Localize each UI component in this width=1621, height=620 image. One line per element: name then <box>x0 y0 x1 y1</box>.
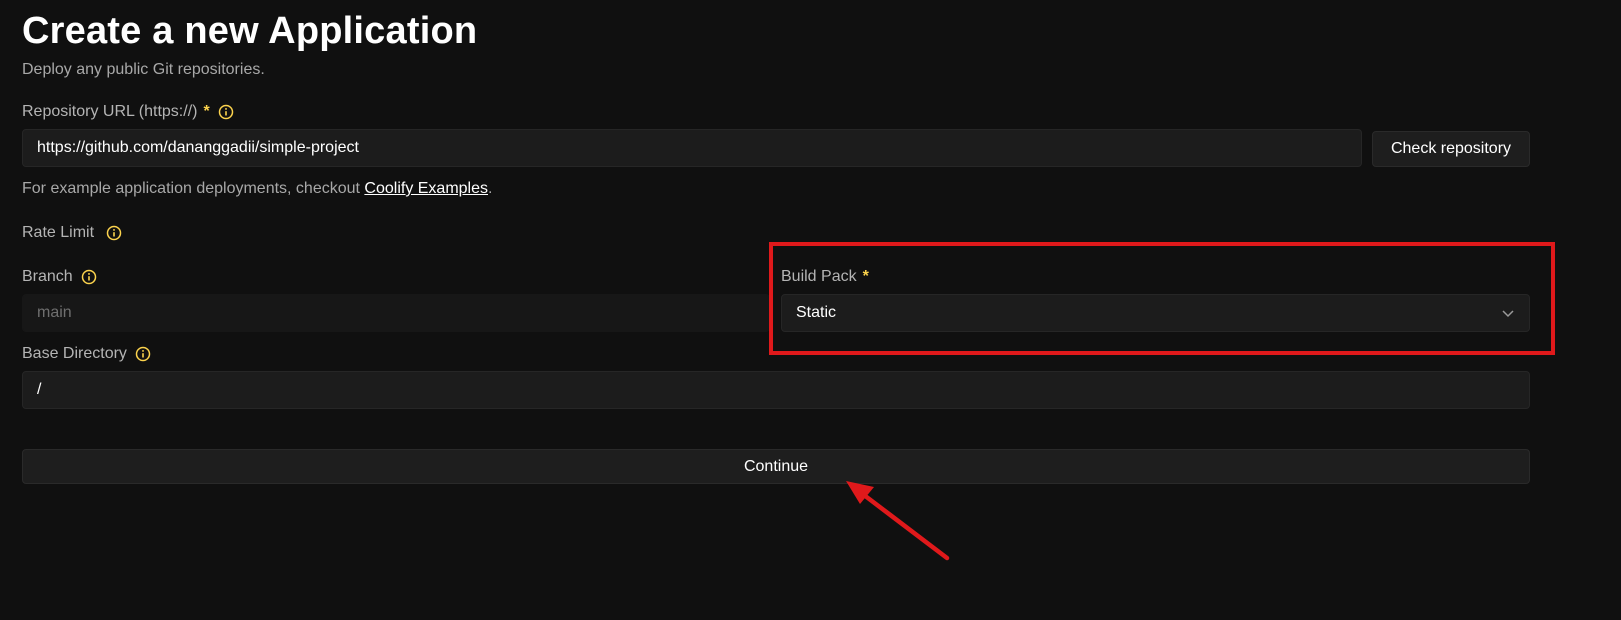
branch-value: main <box>37 304 72 321</box>
repository-url-label-text: Repository URL (https://) <box>22 103 198 120</box>
branch-label: Branch <box>22 268 97 286</box>
info-circle-icon[interactable] <box>218 104 234 120</box>
info-circle-icon[interactable] <box>106 225 122 241</box>
base-directory-label-text: Base Directory <box>22 345 127 362</box>
info-circle-icon[interactable] <box>135 346 151 362</box>
helper-suffix: . <box>488 180 493 197</box>
annotation-highlight-box <box>769 242 1555 355</box>
check-repository-button[interactable]: Check repository <box>1372 131 1530 167</box>
rate-limit-label-text: Rate Limit <box>22 224 95 241</box>
annotation-arrow-icon <box>846 481 950 561</box>
branch-input: main <box>22 294 770 332</box>
branch-label-text: Branch <box>22 268 73 285</box>
page-title: Create a new Application <box>22 10 478 52</box>
continue-button[interactable]: Continue <box>22 449 1530 484</box>
base-directory-value: / <box>37 381 42 398</box>
rate-limit-label: Rate Limit <box>22 224 122 242</box>
helper-prefix: For example application deployments, che… <box>22 180 365 197</box>
repository-url-input[interactable]: https://github.com/dananggadii/simple-pr… <box>22 129 1362 167</box>
repository-url-value: https://github.com/dananggadii/simple-pr… <box>37 139 359 156</box>
page-subtitle: Deploy any public Git repositories. <box>22 61 265 78</box>
repository-url-label: Repository URL (https://) * <box>22 103 234 121</box>
info-circle-icon[interactable] <box>81 269 97 285</box>
base-directory-input[interactable]: / <box>22 371 1530 409</box>
base-directory-label: Base Directory <box>22 345 151 363</box>
required-mark: * <box>203 103 210 120</box>
helper-text: For example application deployments, che… <box>22 180 492 198</box>
coolify-examples-link[interactable]: Coolify Examples <box>364 180 488 197</box>
create-application-page: Create a new Application Deploy any publ… <box>0 0 1621 620</box>
